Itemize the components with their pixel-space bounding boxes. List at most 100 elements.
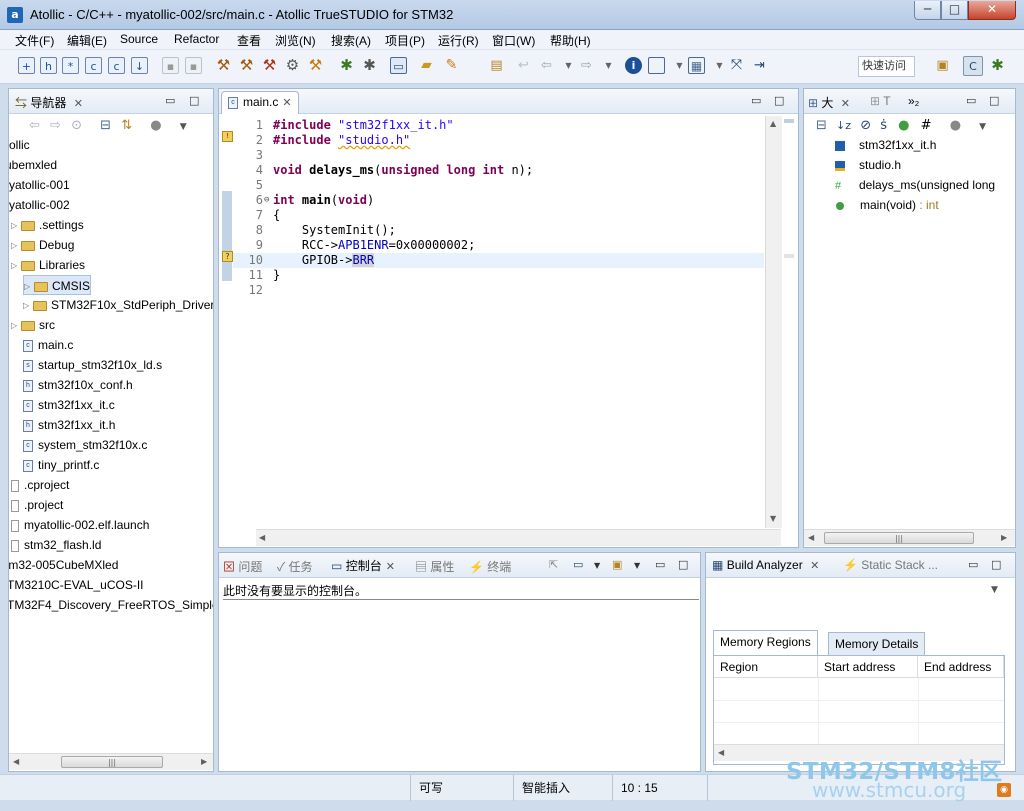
menu-help[interactable]: 帮助(H) [550, 32, 591, 49]
tree-item[interactable]: myatollic-002 [9, 195, 70, 215]
tree-item[interactable]: ▷ Libraries [11, 255, 85, 275]
window-dropdown-icon[interactable]: ▼ [671, 57, 688, 74]
tree-item[interactable]: myatollic-001 [9, 175, 70, 195]
view-dropdown-icon[interactable]: ▼ [979, 122, 986, 132]
tree-item[interactable]: ▷ CMSIS [23, 275, 92, 297]
open-folder-icon[interactable]: ▰ [418, 57, 435, 74]
pin-console-icon[interactable]: ⇱ [549, 558, 558, 571]
build-hammer-icon[interactable]: ⚒ [215, 57, 232, 74]
tree-item[interactable]: stm32_flash.ld [11, 535, 101, 555]
window-icon[interactable] [648, 57, 665, 74]
table-dropdown-icon[interactable]: ▼ [711, 57, 728, 74]
scroll-right-icon[interactable]: ▶ [201, 757, 207, 766]
close-icon[interactable]: ✕ [74, 98, 83, 110]
expand-icon[interactable]: ▷ [11, 256, 21, 276]
tree-item[interactable]: c tiny_printf.c [23, 455, 99, 475]
tab-tasks[interactable]: ✓ 任务 [277, 558, 313, 575]
minimize-view-icon[interactable]: ▭ [751, 94, 761, 107]
code-line[interactable]: 2 #include "studio.h" [233, 133, 764, 148]
warning-marker-icon[interactable]: ! [222, 131, 233, 142]
maximize-view-icon[interactable]: □ [678, 558, 688, 571]
code-line[interactable]: 10 GPIOB->BRR [233, 253, 764, 268]
scroll-left-icon[interactable]: ◀ [718, 748, 724, 757]
table-icon[interactable]: ▦ [688, 57, 705, 74]
column-end-address[interactable]: End address [918, 656, 1004, 678]
tree-item[interactable]: .project [11, 495, 63, 515]
tab-problems[interactable]: ⊠ 问题 [223, 558, 262, 575]
minimize-view-icon[interactable]: ▭ [968, 558, 978, 571]
outline-item[interactable]: # delays_ms(unsigned long [835, 175, 995, 195]
task-icon[interactable]: ▤ [488, 57, 505, 74]
tree-item[interactable]: ▷ Debug [11, 235, 74, 255]
open-console-icon[interactable]: ▣ [612, 558, 622, 571]
collapse-all-icon[interactable]: ⊟ [816, 118, 827, 133]
minimize-view-icon[interactable]: ▭ [655, 558, 665, 571]
menu-run[interactable]: 运行(R) [438, 32, 479, 49]
close-icon[interactable]: ✕ [810, 560, 819, 572]
tab-properties[interactable]: ▤ 属性 [415, 558, 454, 575]
forward-dropdown-icon[interactable]: ▼ [600, 57, 617, 74]
new-cpp-file-icon[interactable]: c [108, 57, 125, 74]
quick-access-input[interactable]: 快速访问 [858, 56, 915, 77]
code-line[interactable]: 3 [233, 148, 764, 163]
view-dropdown-icon[interactable]: ▼ [991, 585, 998, 595]
tree-item[interactable]: c system_stm32f10x.c [23, 435, 147, 455]
tab-memory-regions[interactable]: Memory Regions [713, 630, 818, 655]
menu-view[interactable]: 查看 [237, 32, 261, 49]
fullscreen-icon[interactable]: ⤧ [728, 57, 745, 74]
tree-item[interactable]: ▷ src [11, 315, 55, 335]
tree-item[interactable]: stm32-005CubeMXled [9, 555, 118, 575]
tree-item[interactable]: h stm32f1xx_it.h [23, 415, 115, 435]
menu-edit[interactable]: 编辑(E) [67, 32, 107, 49]
tree-item[interactable]: ▷ STM32F10x_StdPeriph_Driver [23, 295, 213, 315]
collapse-all-icon[interactable]: ⊟ [100, 118, 111, 133]
scroll-left-icon[interactable]: ◀ [259, 533, 265, 542]
save-all-icon[interactable]: ▪ [185, 57, 202, 74]
debug-bug-icon[interactable]: ✱ [338, 57, 355, 74]
expand-icon[interactable]: ▷ [11, 236, 21, 256]
view-menu-icon[interactable]: ● [150, 118, 161, 133]
forward-arrow-icon[interactable]: ⇨ [578, 57, 595, 74]
debug-perspective-icon[interactable]: ✱ [989, 57, 1006, 74]
outline-item[interactable]: stm32f1xx_it.h [835, 135, 936, 155]
import-icon[interactable]: ↓ [131, 57, 148, 74]
tree-item[interactable]: myatollic-002.elf.launch [11, 515, 149, 535]
tree-item[interactable]: .cproject [11, 475, 69, 495]
expand-icon[interactable]: ▷ [11, 216, 21, 236]
tab-build-analyzer[interactable]: ▦ Build Analyzer ✕ [712, 558, 819, 572]
code-line[interactable]: 9 RCC->APB1ENR=0x00000002; [233, 238, 764, 253]
new-c-file-icon[interactable]: c [85, 57, 102, 74]
menu-file[interactable]: 文件(F) [15, 32, 54, 49]
code-line[interactable]: 4 void delays_ms(unsigned long int n); [233, 163, 764, 178]
menu-window[interactable]: 窗口(W) [492, 32, 535, 49]
sort-az-icon[interactable]: ↓z [836, 119, 851, 132]
link-editor-icon[interactable]: ⇅ [121, 118, 132, 133]
fold-collapse-icon[interactable]: ⊖ [264, 193, 269, 208]
navigator-hscrollbar[interactable]: ◀ ||| ▶ [9, 753, 213, 770]
code-line[interactable]: 11} [233, 268, 764, 283]
tab-static-stack[interactable]: ⚡ Static Stack ... [843, 558, 938, 572]
open-console-dropdown-icon[interactable]: ▼ [634, 561, 640, 570]
build-config-icon[interactable]: ⚙ [284, 57, 301, 74]
code-line[interactable]: 5 [233, 178, 764, 193]
more-views-tab[interactable]: »₂ [908, 94, 919, 108]
scroll-right-icon[interactable]: ▶ [1001, 533, 1007, 542]
debug-config-icon[interactable]: ✱ [361, 57, 378, 74]
maximize-view-icon[interactable]: □ [774, 94, 784, 107]
expand-icon[interactable]: ▷ [23, 296, 33, 316]
clean-build-icon[interactable]: ⚒ [261, 57, 278, 74]
expand-icon[interactable]: ▷ [24, 277, 34, 297]
tab-main-c[interactable]: c main.c ✕ [221, 91, 299, 114]
scroll-down-icon[interactable]: ▼ [770, 514, 776, 523]
display-console-icon[interactable]: ▭ [573, 558, 583, 571]
display-dropdown-icon[interactable]: ▼ [594, 561, 600, 570]
code-line[interactable]: 8 SystemInit(); [233, 223, 764, 238]
menu-navigate[interactable]: 浏览(N) [275, 32, 316, 49]
menu-source[interactable]: Source [120, 32, 158, 46]
outline-item[interactable]: main(void) : int [835, 195, 939, 215]
close-window-button[interactable]: ✕ [968, 1, 1016, 20]
minimize-view-icon[interactable]: ▭ [165, 94, 175, 107]
scroll-left-icon[interactable]: ◀ [808, 533, 814, 542]
minimize-button[interactable]: ─ [914, 1, 941, 20]
last-edit-icon[interactable]: ↩ [515, 57, 532, 74]
